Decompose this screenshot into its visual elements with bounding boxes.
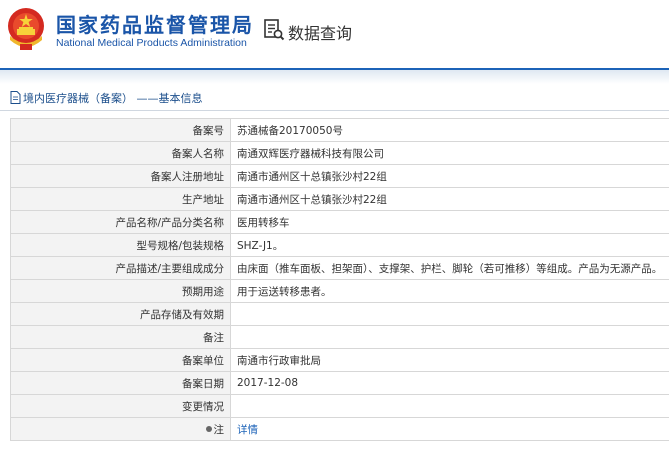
- field-value: 南通双辉医疗器械科技有限公司: [230, 141, 669, 165]
- data-query-label: 数据查询: [288, 24, 353, 43]
- field-value: [230, 302, 669, 326]
- field-label: 产品描述/主要组成成分: [10, 256, 231, 280]
- field-value: SHZ-J1。: [230, 233, 669, 257]
- field-value: 南通市行政审批局: [230, 348, 669, 372]
- field-label: 生产地址: [10, 187, 231, 211]
- field-label: 预期用途: [10, 279, 231, 303]
- field-value: 用于运送转移患者。: [230, 279, 669, 303]
- field-label: 备注: [10, 325, 231, 349]
- table-row: 预期用途 用于运送转移患者。: [10, 279, 669, 303]
- table-row: 备案人名称 南通双辉医疗器械科技有限公司: [10, 141, 669, 165]
- header-shadow: [0, 70, 669, 84]
- field-value: [230, 325, 669, 349]
- section-divider: [0, 110, 669, 111]
- record-detail-table: 备案号 苏通械备20170050号 备案人名称 南通双辉医疗器械科技有限公司 备…: [10, 118, 669, 441]
- table-row: 备案日期 2017-12-08: [10, 371, 669, 395]
- table-row: 变更情况: [10, 394, 669, 418]
- table-row: 注 详情: [10, 417, 669, 441]
- field-value: 苏通械备20170050号: [230, 118, 669, 142]
- national-emblem-icon: [8, 8, 44, 50]
- field-label: 注: [213, 423, 225, 436]
- field-label: 备案号: [10, 118, 231, 142]
- table-row: 产品描述/主要组成成分 由床面（推车面板、担架面）、支撑架、护栏、脚轮（若可推移…: [10, 256, 669, 280]
- table-row: 备案人注册地址 南通市通州区十总镇张沙村22组: [10, 164, 669, 188]
- document-icon: [10, 91, 21, 104]
- field-value: 2017-12-08: [230, 371, 669, 395]
- table-row: 备案号 苏通械备20170050号: [10, 118, 669, 142]
- field-label: 产品存储及有效期: [10, 302, 231, 326]
- document-search-icon: [264, 19, 285, 41]
- table-row: 备注: [10, 325, 669, 349]
- field-label: 备案人名称: [10, 141, 231, 165]
- field-label: 产品名称/产品分类名称: [10, 210, 231, 234]
- field-label: 变更情况: [10, 394, 231, 418]
- agency-name-chinese: 国家药品监督管理局: [56, 13, 254, 37]
- table-row: 产品名称/产品分类名称 医用转移车: [10, 210, 669, 234]
- site-header: 国家药品监督管理局 National Medical Products Admi…: [0, 0, 669, 66]
- field-label: 备案日期: [10, 371, 231, 395]
- note-label-cell: 注: [10, 417, 231, 441]
- field-value: 南通市通州区十总镇张沙村22组: [230, 187, 669, 211]
- field-value: 医用转移车: [230, 210, 669, 234]
- field-value: [230, 394, 669, 418]
- table-row: 备案单位 南通市行政审批局: [10, 348, 669, 372]
- note-value-cell: 详情: [230, 417, 669, 441]
- bullet-icon: [205, 425, 212, 432]
- field-value: 由床面（推车面板、担架面）、支撑架、护栏、脚轮（若可推移）等组成。产品为无源产品…: [230, 256, 669, 280]
- table-row: 产品存储及有效期: [10, 302, 669, 326]
- field-label: 备案人注册地址: [10, 164, 231, 188]
- field-label: 型号规格/包装规格: [10, 233, 231, 257]
- table-row: 生产地址 南通市通州区十总镇张沙村22组: [10, 187, 669, 211]
- field-label: 备案单位: [10, 348, 231, 372]
- section-title-text: 境内医疗器械（备案） ——基本信息: [23, 92, 203, 105]
- field-value: 南通市通州区十总镇张沙村22组: [230, 164, 669, 188]
- details-link[interactable]: 详情: [237, 424, 258, 436]
- agency-name-english: National Medical Products Administration: [56, 37, 247, 49]
- table-row: 型号规格/包装规格 SHZ-J1。: [10, 233, 669, 257]
